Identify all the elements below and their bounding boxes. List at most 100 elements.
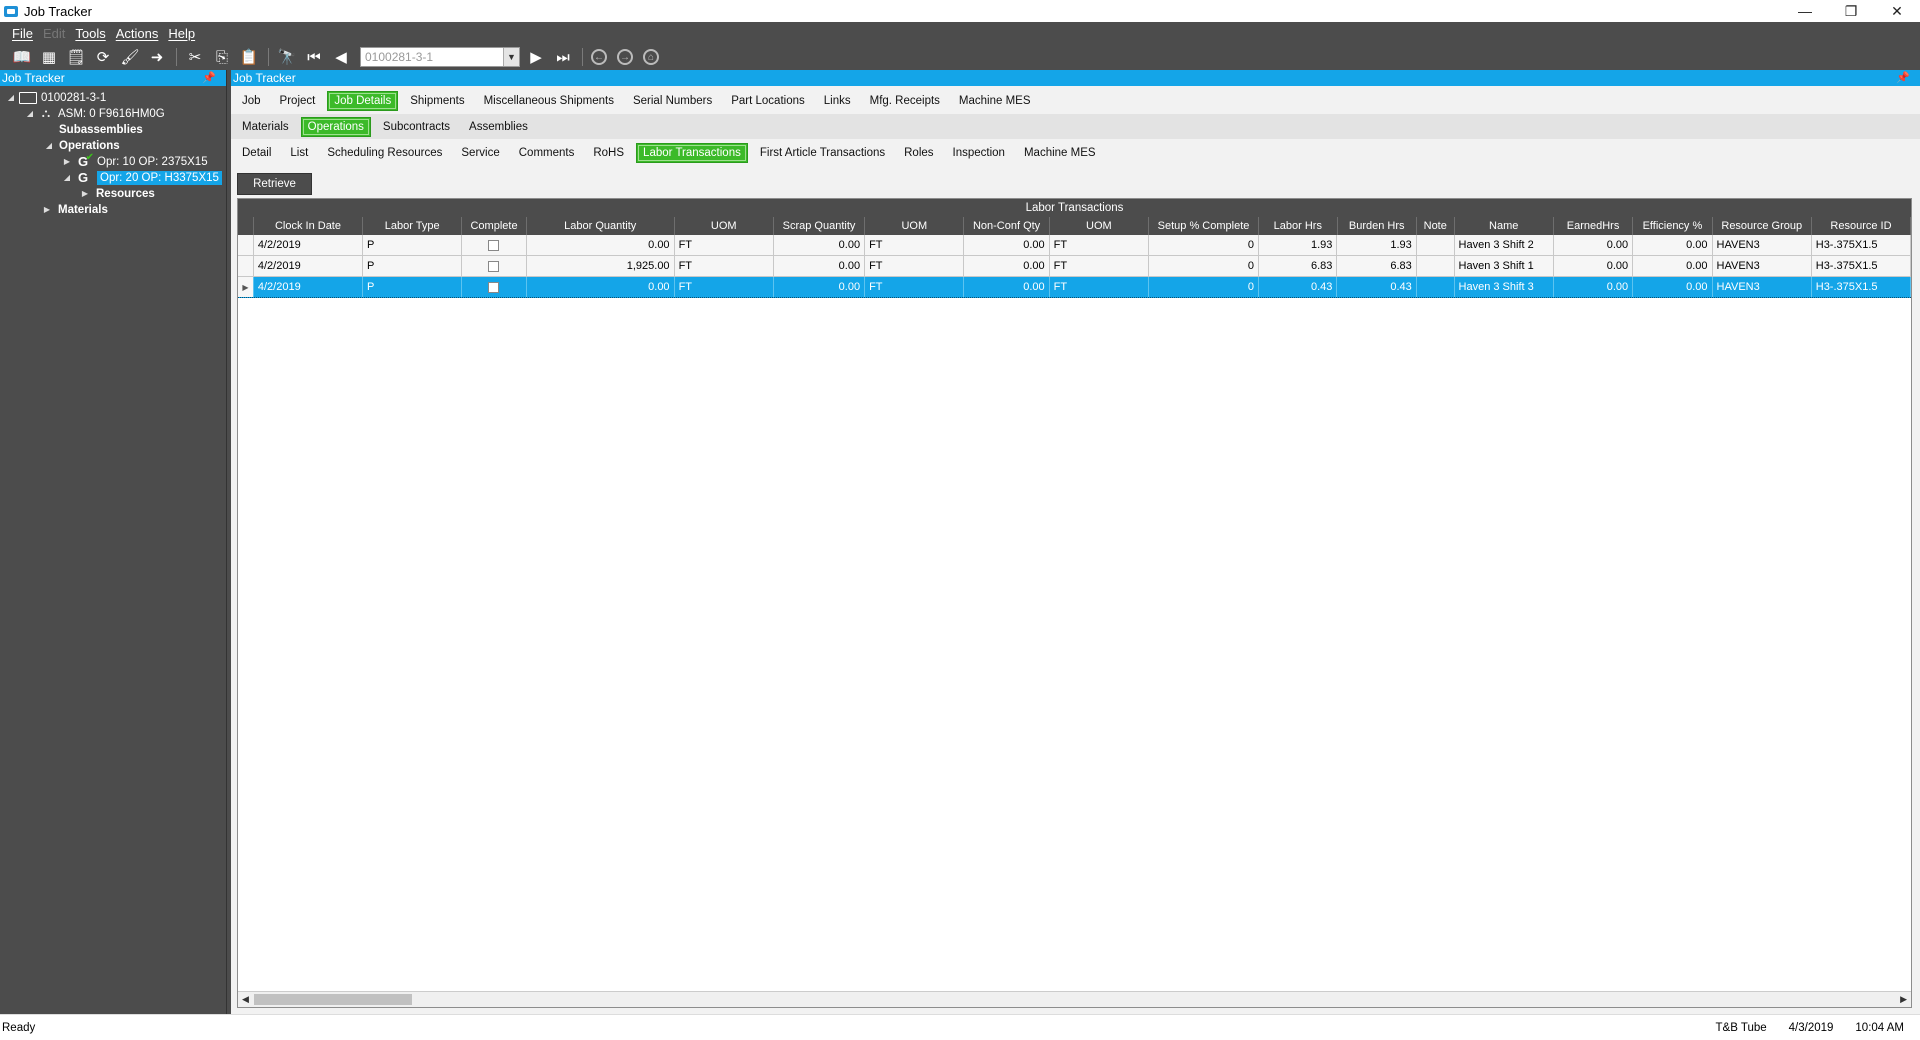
menu-actions[interactable]: Actions xyxy=(116,26,159,41)
table-cell[interactable]: FT xyxy=(675,235,774,255)
table-row[interactable]: 4/2/2019 P 0.00 FT 0.00 FT 0.00 FT 0 1.93 1.93 Have… xyxy=(238,235,1911,256)
row-selector[interactable]: ▶ xyxy=(238,277,254,297)
tab-materials[interactable]: Materials xyxy=(235,117,296,137)
table-cell[interactable]: FT xyxy=(865,256,965,276)
expand-arrow-icon[interactable]: ◢ xyxy=(6,93,16,102)
previous-record-icon[interactable]: ◀ xyxy=(331,47,351,67)
column-header[interactable]: Labor Type xyxy=(363,217,463,235)
tree-node-materials[interactable]: ▶ Materials xyxy=(42,202,108,217)
pin-icon[interactable]: 📌 xyxy=(1896,71,1910,84)
complete-checkbox-cell[interactable] xyxy=(462,277,527,297)
column-header[interactable]: Setup % Complete xyxy=(1149,217,1260,235)
table-cell[interactable]: H3-.375X1.5 xyxy=(1812,277,1911,297)
table-cell[interactable] xyxy=(1417,256,1455,276)
menu-file[interactable]: File xyxy=(12,26,33,41)
forward-icon[interactable]: → xyxy=(617,49,633,65)
tab-service[interactable]: Service xyxy=(454,143,506,163)
table-cell[interactable]: Haven 3 Shift 3 xyxy=(1455,277,1554,297)
table-cell[interactable]: P xyxy=(363,277,463,297)
tab-subcontracts[interactable]: Subcontracts xyxy=(376,117,457,137)
refresh-icon[interactable]: ⟳ xyxy=(93,47,113,67)
table-cell[interactable]: 0.00 xyxy=(774,256,866,276)
arrow-right-circle-icon[interactable]: ➜ xyxy=(147,47,167,67)
table-cell[interactable]: 0.00 xyxy=(527,235,675,255)
table-cell[interactable]: FT xyxy=(1050,256,1149,276)
column-header[interactable]: Labor Quantity xyxy=(527,217,675,235)
home-icon[interactable]: ⌂ xyxy=(643,49,659,65)
tab-inspection[interactable]: Inspection xyxy=(946,143,1012,163)
horizontal-scrollbar[interactable]: ◀ ▶ xyxy=(238,991,1911,1007)
job-combo[interactable]: 0100281-3-1 ▼ xyxy=(360,47,520,67)
tree-node-opr10[interactable]: ▶ G ✔ Opr: 10 OP: 2375X15 xyxy=(62,152,208,170)
table-cell[interactable]: FT xyxy=(1050,235,1149,255)
tab-project[interactable]: Project xyxy=(273,91,323,111)
table-cell[interactable]: 0.43 xyxy=(1337,277,1417,297)
tab-comments[interactable]: Comments xyxy=(512,143,582,163)
menu-edit[interactable]: Edit xyxy=(43,26,65,41)
column-header[interactable]: Clock In Date xyxy=(254,217,364,235)
tab-machine-mes-2[interactable]: Machine MES xyxy=(1017,143,1103,163)
tab-labor-transactions[interactable]: Labor Transactions xyxy=(636,142,748,163)
retrieve-button[interactable]: Retrieve xyxy=(237,173,312,195)
table-cell[interactable]: H3-.375X1.5 xyxy=(1812,256,1911,276)
table-cell[interactable]: 0.00 xyxy=(1633,277,1713,297)
table-cell[interactable]: 4/2/2019 xyxy=(254,277,364,297)
back-icon[interactable]: ← xyxy=(591,49,607,65)
complete-checkbox[interactable] xyxy=(488,239,500,251)
first-record-icon[interactable]: ⏮ xyxy=(304,47,324,67)
binoculars-icon[interactable]: 🔭 xyxy=(277,47,297,67)
table-cell[interactable]: HAVEN3 xyxy=(1713,235,1812,255)
column-header[interactable]: Efficiency % xyxy=(1633,217,1713,235)
table-cell[interactable]: 0.00 xyxy=(1633,235,1713,255)
clear-brush-icon[interactable]: 🖌 xyxy=(120,47,140,67)
tab-rohs[interactable]: RoHS xyxy=(586,143,631,163)
expand-arrow-icon[interactable]: ◢ xyxy=(25,109,35,118)
tab-mfg-receipts[interactable]: Mfg. Receipts xyxy=(863,91,947,111)
tree-node-job[interactable]: ◢ 0100281-3-1 xyxy=(6,90,106,105)
tab-links[interactable]: Links xyxy=(817,91,858,111)
expand-arrow-icon[interactable]: ◢ xyxy=(62,173,72,182)
table-cell[interactable]: FT xyxy=(1050,277,1149,297)
paste-icon[interactable]: 📋 xyxy=(239,47,259,67)
table-cell[interactable]: 0.00 xyxy=(964,256,1050,276)
table-cell[interactable]: 0.00 xyxy=(1554,256,1634,276)
table-cell[interactable]: 1.93 xyxy=(1337,235,1417,255)
collapse-arrow-icon[interactable]: ▶ xyxy=(62,157,72,166)
column-header[interactable]: Resource ID xyxy=(1812,217,1912,235)
cut-icon[interactable]: ✂ xyxy=(185,47,205,67)
tree-node-asm[interactable]: ◢ ⛬ ASM: 0 F9616HM0G xyxy=(25,106,165,121)
tree-node-subassemblies[interactable]: Subassemblies xyxy=(59,122,143,137)
table-cell[interactable]: 0 xyxy=(1149,256,1259,276)
table-cell[interactable]: 0.00 xyxy=(964,277,1050,297)
table-cell[interactable]: 0.00 xyxy=(774,235,866,255)
menu-help[interactable]: Help xyxy=(168,26,195,41)
table-cell[interactable]: Haven 3 Shift 2 xyxy=(1455,235,1554,255)
tab-shipments[interactable]: Shipments xyxy=(403,91,471,111)
tab-misc-shipments[interactable]: Miscellaneous Shipments xyxy=(477,91,621,111)
open-book-icon[interactable]: 📖 xyxy=(12,47,32,67)
column-header[interactable]: Labor Hrs xyxy=(1259,217,1338,235)
tab-list[interactable]: List xyxy=(283,143,315,163)
complete-checkbox[interactable] xyxy=(488,281,500,293)
tree-node-resources[interactable]: ▶ Resources xyxy=(80,186,155,201)
table-cell[interactable]: 0.00 xyxy=(964,235,1050,255)
tree-node-operations[interactable]: ◢ Operations xyxy=(44,138,120,153)
copy-icon[interactable]: ⎘ xyxy=(212,47,232,67)
table-cell[interactable]: 6.83 xyxy=(1337,256,1417,276)
tab-operations[interactable]: Operations xyxy=(300,116,371,137)
last-record-icon[interactable]: ⏭ xyxy=(553,47,573,67)
table-cell[interactable]: Haven 3 Shift 1 xyxy=(1455,256,1554,276)
chevron-down-icon[interactable]: ▼ xyxy=(503,48,519,66)
column-header[interactable]: EarnedHrs xyxy=(1554,217,1634,235)
expand-arrow-icon[interactable]: ◢ xyxy=(44,141,54,150)
column-header[interactable]: Complete xyxy=(462,217,527,235)
tab-serial-numbers[interactable]: Serial Numbers xyxy=(626,91,719,111)
scroll-right-icon[interactable]: ▶ xyxy=(1900,994,1907,1005)
collapse-arrow-icon[interactable]: ▶ xyxy=(42,205,52,214)
table-cell[interactable]: HAVEN3 xyxy=(1713,256,1812,276)
tab-roles[interactable]: Roles xyxy=(897,143,940,163)
column-header[interactable]: Burden Hrs xyxy=(1338,217,1417,235)
tab-job-details[interactable]: Job Details xyxy=(327,90,399,111)
table-cell[interactable]: P xyxy=(363,235,463,255)
column-header[interactable]: Note xyxy=(1417,217,1455,235)
